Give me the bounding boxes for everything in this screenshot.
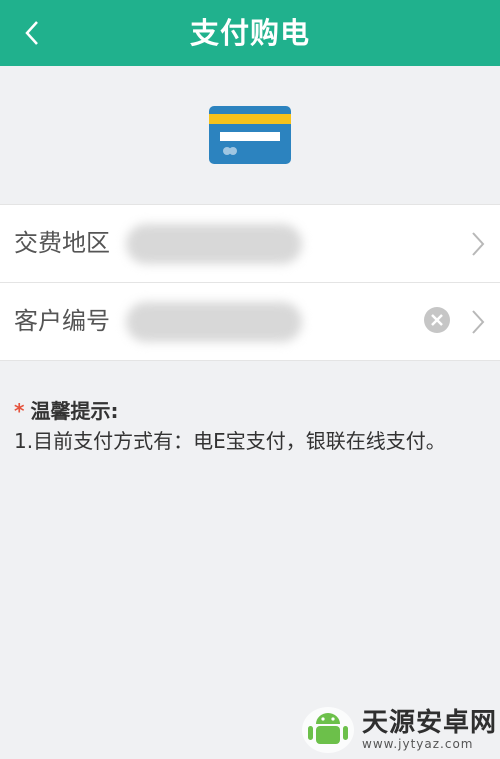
page-title: 支付购电	[189, 16, 310, 50]
chevron-right-icon[interactable]	[470, 231, 486, 257]
clear-button[interactable]	[424, 307, 450, 333]
region-label: 交费地区	[14, 229, 110, 257]
chevron-right-icon[interactable]	[470, 309, 486, 335]
required-star: *	[14, 399, 25, 423]
payment-form: 交费地区 客户编号	[0, 204, 500, 361]
tips-title: * 温馨提示:	[14, 399, 119, 423]
bank-card-icon	[209, 106, 291, 164]
customer-number-label: 客户编号	[14, 307, 110, 335]
android-logo-icon	[302, 707, 354, 753]
watermark: 天源安卓网 www.jytyaz.com	[300, 706, 497, 754]
watermark-name: 天源安卓网	[362, 708, 498, 738]
tips-section: * 温馨提示: 1.目前支付方式有：电E宝支付，银联在线支付。	[14, 396, 446, 456]
watermark-text: 天源安卓网 www.jytyaz.com	[362, 709, 497, 751]
app-header: 支付购电	[0, 0, 500, 66]
region-value-redacted	[126, 224, 302, 264]
customer-number-value-redacted	[126, 302, 302, 342]
clear-icon	[431, 314, 443, 326]
watermark-url: www.jytyaz.com	[362, 737, 474, 751]
tips-line: 1.目前支付方式有：电E宝支付，银联在线支付。	[14, 429, 446, 453]
region-row[interactable]: 交费地区	[0, 205, 500, 282]
